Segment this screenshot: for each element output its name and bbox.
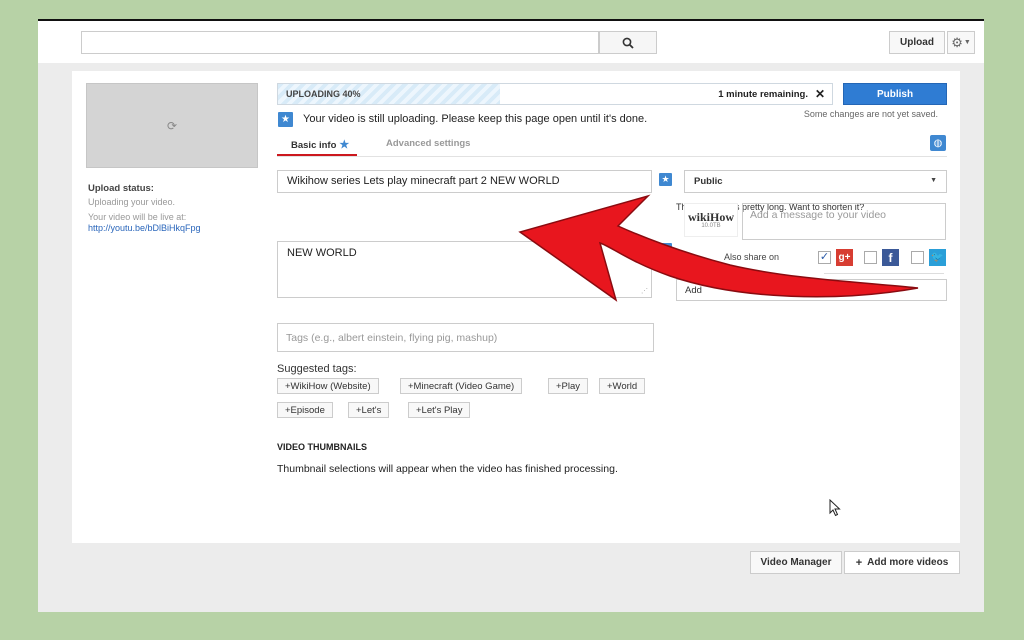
upload-status-text: Uploading your video. — [88, 197, 176, 207]
add-more-label: Add more videos — [867, 557, 949, 568]
category-select[interactable]: Add — [676, 279, 947, 301]
tab-basic-label: Basic info — [291, 140, 337, 151]
video-thumbnail: ⟳ — [86, 83, 258, 168]
video-thumbnails-heading: VIDEO THUMBNAILS — [277, 442, 367, 452]
live-at-text: Your video will be live at: — [88, 212, 187, 222]
privacy-select[interactable]: Public ▼ — [684, 170, 947, 193]
time-remaining: 1 minute remaining. — [718, 89, 808, 100]
search-button[interactable] — [599, 31, 657, 54]
upload-status-label: Upload status: — [88, 183, 154, 194]
tags-input[interactable]: Tags (e.g., albert einstein, flying pig,… — [277, 323, 654, 352]
add-more-videos-button[interactable]: + Add more videos — [844, 551, 960, 574]
channel-logo: wikiHow 10.0TB — [684, 203, 738, 237]
chevron-down-icon: ▼ — [963, 39, 971, 46]
mouse-cursor-icon — [829, 499, 841, 517]
privacy-value: Public — [694, 176, 723, 187]
star-icon: ★ — [339, 139, 350, 151]
divider — [824, 273, 944, 274]
suggested-tags-label: Suggested tags: — [277, 363, 357, 375]
twitter-icon: 🐦 — [929, 249, 946, 266]
publish-button[interactable]: Publish — [843, 83, 947, 105]
loading-spinner-icon: ⟳ — [166, 118, 178, 133]
also-share-label: Also share on — [724, 252, 780, 262]
description-input[interactable]: NEW WORLD ⋰ — [277, 241, 652, 298]
star-icon: ★ — [278, 112, 293, 127]
top-bar: Upload ⚙ ▼ — [38, 21, 984, 63]
browser-screen: Upload ⚙ ▼ ⟳ Upload status: Uploading you… — [38, 19, 984, 612]
tab-basic-info[interactable]: Basic info ★ — [277, 133, 357, 157]
logo-text: wikiHow — [687, 210, 734, 224]
suggested-tag[interactable]: +World — [599, 378, 646, 394]
gear-icon: ⚙ — [951, 34, 963, 50]
gplus-checkbox[interactable]: ✓ — [818, 251, 831, 264]
google-plus-icon: g+ — [836, 249, 853, 266]
upload-progress-bar: UPLOADING 40% 1 minute remaining. ✕ — [277, 83, 833, 105]
twitter-checkbox[interactable] — [911, 251, 924, 264]
close-icon[interactable]: ✕ — [815, 87, 825, 101]
unsaved-note: Some changes are not yet saved. — [803, 109, 938, 119]
suggested-tag[interactable]: +WikiHow (Website) — [277, 378, 379, 394]
description-text: NEW WORLD — [287, 247, 357, 259]
suggested-tag[interactable]: +Episode — [277, 402, 333, 418]
chevron-down-icon: ▼ — [930, 177, 937, 184]
suggested-tag[interactable]: +Play — [548, 378, 589, 394]
progress-label: UPLOADING 40% — [286, 89, 361, 99]
resize-handle-icon[interactable]: ⋰ — [641, 287, 648, 295]
upload-notice: Your video is still uploading. Please ke… — [303, 113, 648, 125]
tab-advanced-settings[interactable]: Advanced settings — [386, 138, 470, 149]
plus-icon: + — [855, 556, 863, 569]
search-input[interactable] — [81, 31, 599, 54]
settings-menu-button[interactable]: ⚙ ▼ — [947, 31, 975, 54]
facebook-icon: f — [882, 249, 899, 266]
suggested-tag[interactable]: +Let's — [348, 402, 390, 418]
video-thumbnails-text: Thumbnail selections will appear when th… — [277, 463, 618, 475]
video-url-link[interactable]: http://youtu.be/bDlBiHkqFpg — [88, 223, 201, 233]
logo-subtext: 10.0TB — [701, 223, 721, 229]
title-input[interactable]: Wikihow series Lets play minecraft part … — [277, 170, 652, 193]
upload-button[interactable]: Upload — [889, 31, 945, 54]
share-message-input[interactable]: Add a message to your video — [742, 203, 946, 240]
star-icon: ★ — [659, 173, 672, 186]
globe-icon[interactable]: ◍ — [930, 135, 946, 151]
suggested-tag[interactable]: +Minecraft (Video Game) — [400, 378, 523, 394]
upload-panel: ⟳ Upload status: Uploading your video. Y… — [72, 71, 960, 543]
star-icon: ★ — [659, 243, 672, 256]
facebook-checkbox[interactable] — [864, 251, 877, 264]
video-manager-button[interactable]: Video Manager — [750, 551, 842, 574]
suggested-tag[interactable]: +Let's Play — [408, 402, 471, 418]
tab-divider — [277, 156, 947, 157]
search-icon — [622, 37, 634, 49]
